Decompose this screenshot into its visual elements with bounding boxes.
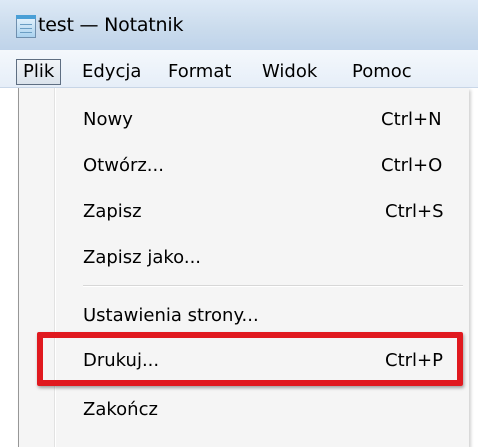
menu-format[interactable]: Format bbox=[168, 59, 231, 85]
menu-item-label: Otwórz... bbox=[83, 155, 164, 176]
menu-item-shortcut: Ctrl+N bbox=[381, 109, 442, 130]
menu-item-label: Nowy bbox=[83, 109, 133, 130]
menu-item-label: Zakończ bbox=[83, 399, 158, 420]
menu-edycja[interactable]: Edycja bbox=[82, 59, 141, 85]
title-bar: test — Notatnik bbox=[0, 0, 478, 50]
notepad-icon bbox=[16, 15, 36, 38]
menu-item-shortcut: Ctrl+S bbox=[385, 201, 444, 222]
menu-item-label: Zapisz bbox=[83, 201, 142, 222]
menu-item-zakoncz[interactable]: Zakończ bbox=[19, 388, 469, 432]
menu-bar: Plik Edycja Format Widok Pomoc bbox=[0, 50, 478, 88]
window-title: test — Notatnik bbox=[38, 14, 184, 36]
menu-item-zapisz-jako[interactable]: Zapisz jako... bbox=[19, 236, 469, 280]
file-menu-dropdown: Nowy Ctrl+N Otwórz... Ctrl+O Zapisz Ctrl… bbox=[18, 88, 469, 447]
menu-item-zapisz[interactable]: Zapisz Ctrl+S bbox=[19, 190, 469, 234]
menu-item-label: Zapisz jako... bbox=[83, 247, 202, 268]
menu-widok[interactable]: Widok bbox=[262, 59, 317, 85]
menu-plik[interactable]: Plik bbox=[16, 59, 62, 85]
highlight-annotation bbox=[37, 332, 463, 386]
menu-pomoc[interactable]: Pomoc bbox=[352, 59, 412, 85]
menu-item-otworz[interactable]: Otwórz... Ctrl+O bbox=[19, 144, 469, 188]
menu-item-nowy[interactable]: Nowy Ctrl+N bbox=[19, 98, 469, 142]
menu-item-shortcut: Ctrl+O bbox=[381, 155, 443, 176]
